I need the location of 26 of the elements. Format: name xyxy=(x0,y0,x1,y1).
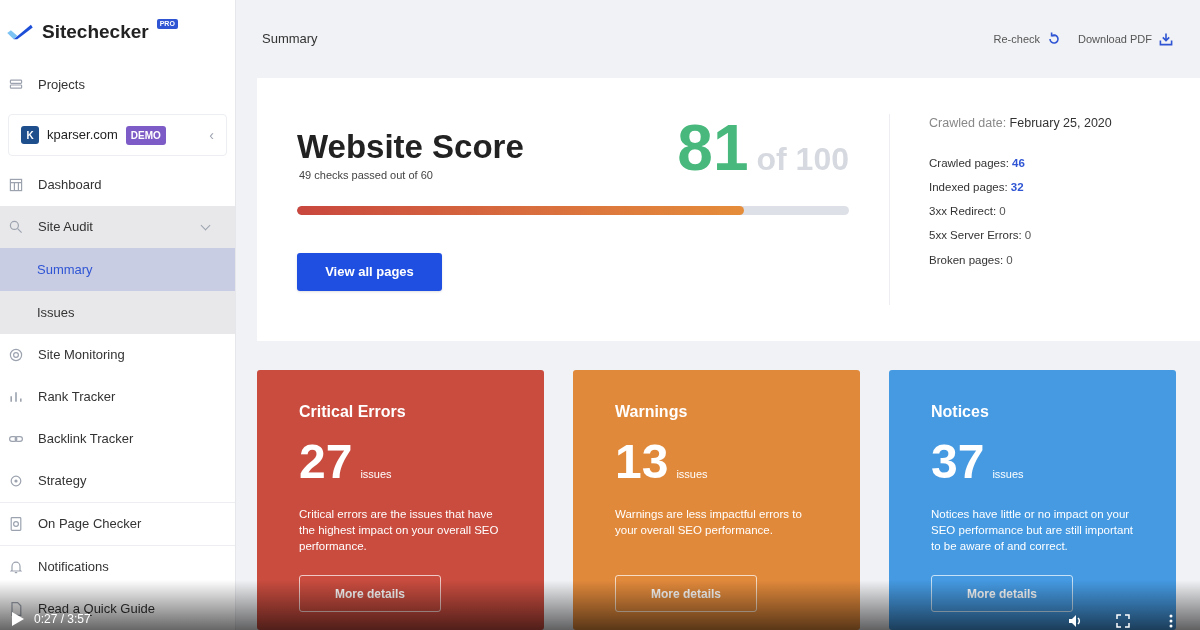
page-title: Summary xyxy=(262,30,318,49)
card-title: Warnings xyxy=(615,402,689,422)
crawl-stat: Crawled pages: 46 xyxy=(929,155,1026,171)
project-name: kparser.com xyxy=(47,126,118,145)
issue-count: 27 xyxy=(299,438,353,486)
card-title: Critical Errors xyxy=(299,402,407,422)
card-description: Critical errors are the issues that have the highest impact on your overall SEO performance. xyxy=(299,507,500,554)
crawl-stat: Indexed pages: 32 xyxy=(929,179,1025,195)
issue-count: 13 xyxy=(615,438,669,486)
score-title: Website Score xyxy=(297,126,524,167)
card-title: Notices xyxy=(931,402,990,422)
crawl-stat: Broken pages: 0 xyxy=(929,252,1014,268)
crawled-date: Crawled date: February 25, 2020 xyxy=(929,114,1112,132)
issue-unit: issues xyxy=(992,467,1024,482)
issue-unit: issues xyxy=(360,467,392,482)
issue-count: 37 xyxy=(931,438,985,486)
score-subtitle: 49 checks passed out of 60 xyxy=(299,168,434,183)
logo-text: Sitechecker xyxy=(42,19,149,44)
crawl-stat: 5xx Server Errors: 0 xyxy=(929,228,1033,244)
project-avatar: K xyxy=(21,126,39,144)
card-description: Notices have little or no impact on your SEO performance but are still important to be aware of and correct. xyxy=(931,507,1134,554)
score-value: 81 xyxy=(677,115,749,180)
issue-unit: issues xyxy=(676,467,708,482)
crawl-stat: 3xx Redirect: 0 xyxy=(929,204,1007,219)
card-description: Warnings are less impactful errors to your overall SEO performance. xyxy=(615,507,803,538)
demo-badge: DEMO xyxy=(125,125,166,145)
